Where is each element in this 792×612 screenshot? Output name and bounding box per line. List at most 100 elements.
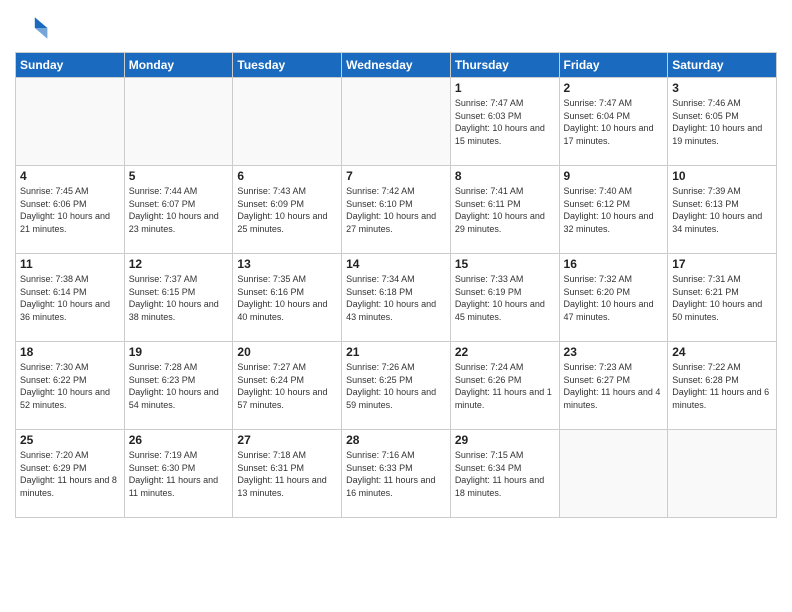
calendar-cell: 10 Sunrise: 7:39 AM Sunset: 6:13 PM Dayli… <box>668 166 777 254</box>
day-info: Sunrise: 7:41 AM Sunset: 6:11 PM Dayligh… <box>455 185 555 235</box>
logo <box>15 10 55 46</box>
calendar-cell: 23 Sunrise: 7:23 AM Sunset: 6:27 PM Dayli… <box>559 342 668 430</box>
logo-icon <box>15 10 51 46</box>
calendar-cell: 22Sunrise: 7:24 AM Sunset: 6:26 PM Dayli… <box>450 342 559 430</box>
weekday-header: Friday <box>559 53 668 78</box>
day-info: Sunrise: 7:28 AM Sunset: 6:23 PM Dayligh… <box>129 361 229 411</box>
day-info: Sunrise: 7:39 AM Sunset: 6:13 PM Dayligh… <box>672 185 772 235</box>
day-number: 19 <box>129 345 229 359</box>
day-info: Sunrise: 7:27 AM Sunset: 6:24 PM Dayligh… <box>237 361 337 411</box>
day-info: Sunrise: 7:47 AM Sunset: 6:03 PM Dayligh… <box>455 97 555 147</box>
calendar-cell <box>668 430 777 518</box>
day-info: Sunrise: 7:46 AM Sunset: 6:05 PM Dayligh… <box>672 97 772 147</box>
day-number: 12 <box>129 257 229 271</box>
calendar-week-row: 11 Sunrise: 7:38 AM Sunset: 6:14 PM Dayli… <box>16 254 777 342</box>
day-info: Sunrise: 7:47 AM Sunset: 6:04 PM Dayligh… <box>564 97 664 147</box>
day-number: 29 <box>455 433 555 447</box>
day-number: 16 <box>564 257 664 271</box>
day-number: 9 <box>564 169 664 183</box>
calendar-week-row: 18 Sunrise: 7:30 AM Sunset: 6:22 PM Dayli… <box>16 342 777 430</box>
day-info: Sunrise: 7:33 AM Sunset: 6:19 PM Dayligh… <box>455 273 555 323</box>
calendar-cell <box>559 430 668 518</box>
day-info: Sunrise: 7:30 AM Sunset: 6:22 PM Dayligh… <box>20 361 120 411</box>
day-number: 13 <box>237 257 337 271</box>
calendar-cell: 20 Sunrise: 7:27 AM Sunset: 6:24 PM Dayli… <box>233 342 342 430</box>
day-info: Sunrise: 7:43 AM Sunset: 6:09 PM Dayligh… <box>237 185 337 235</box>
header <box>15 10 777 46</box>
calendar-cell: 12 Sunrise: 7:37 AM Sunset: 6:15 PM Dayli… <box>124 254 233 342</box>
calendar-cell: 13 Sunrise: 7:35 AM Sunset: 6:16 PM Dayli… <box>233 254 342 342</box>
day-number: 25 <box>20 433 120 447</box>
calendar-cell: 14 Sunrise: 7:34 AM Sunset: 6:18 PM Dayli… <box>342 254 451 342</box>
day-number: 3 <box>672 81 772 95</box>
page: SundayMondayTuesdayWednesdayThursdayFrid… <box>0 0 792 612</box>
calendar-cell: 2Sunrise: 7:47 AM Sunset: 6:04 PM Daylig… <box>559 78 668 166</box>
day-info: Sunrise: 7:31 AM Sunset: 6:21 PM Dayligh… <box>672 273 772 323</box>
day-number: 8 <box>455 169 555 183</box>
day-info: Sunrise: 7:26 AM Sunset: 6:25 PM Dayligh… <box>346 361 446 411</box>
calendar-cell <box>16 78 125 166</box>
day-number: 10 <box>672 169 772 183</box>
day-info: Sunrise: 7:23 AM Sunset: 6:27 PM Dayligh… <box>564 361 664 411</box>
day-info: Sunrise: 7:42 AM Sunset: 6:10 PM Dayligh… <box>346 185 446 235</box>
calendar-cell: 4 Sunrise: 7:45 AM Sunset: 6:06 PM Daylig… <box>16 166 125 254</box>
weekday-header: Tuesday <box>233 53 342 78</box>
day-number: 15 <box>455 257 555 271</box>
calendar-cell: 15 Sunrise: 7:33 AM Sunset: 6:19 PM Dayli… <box>450 254 559 342</box>
day-number: 27 <box>237 433 337 447</box>
calendar-cell: 21 Sunrise: 7:26 AM Sunset: 6:25 PM Dayli… <box>342 342 451 430</box>
calendar-cell: 16 Sunrise: 7:32 AM Sunset: 6:20 PM Dayli… <box>559 254 668 342</box>
day-number: 1 <box>455 81 555 95</box>
calendar-cell: 18 Sunrise: 7:30 AM Sunset: 6:22 PM Dayli… <box>16 342 125 430</box>
calendar-cell: 26 Sunrise: 7:19 AM Sunset: 6:30 PM Dayli… <box>124 430 233 518</box>
weekday-header: Sunday <box>16 53 125 78</box>
day-number: 26 <box>129 433 229 447</box>
day-info: Sunrise: 7:35 AM Sunset: 6:16 PM Dayligh… <box>237 273 337 323</box>
calendar-cell <box>233 78 342 166</box>
day-number: 18 <box>20 345 120 359</box>
calendar-cell: 25 Sunrise: 7:20 AM Sunset: 6:29 PM Dayli… <box>16 430 125 518</box>
calendar-cell: 28 Sunrise: 7:16 AM Sunset: 6:33 PM Dayli… <box>342 430 451 518</box>
day-info: Sunrise: 7:40 AM Sunset: 6:12 PM Dayligh… <box>564 185 664 235</box>
day-number: 17 <box>672 257 772 271</box>
day-info: Sunrise: 7:16 AM Sunset: 6:33 PM Dayligh… <box>346 449 446 499</box>
day-info: Sunrise: 7:37 AM Sunset: 6:15 PM Dayligh… <box>129 273 229 323</box>
day-info: Sunrise: 7:19 AM Sunset: 6:30 PM Dayligh… <box>129 449 229 499</box>
calendar-cell: 7Sunrise: 7:42 AM Sunset: 6:10 PM Daylig… <box>342 166 451 254</box>
calendar-cell <box>342 78 451 166</box>
weekday-header: Monday <box>124 53 233 78</box>
calendar-week-row: 4 Sunrise: 7:45 AM Sunset: 6:06 PM Daylig… <box>16 166 777 254</box>
day-number: 14 <box>346 257 446 271</box>
calendar-cell: 8 Sunrise: 7:41 AM Sunset: 6:11 PM Daylig… <box>450 166 559 254</box>
calendar-cell: 17 Sunrise: 7:31 AM Sunset: 6:21 PM Dayli… <box>668 254 777 342</box>
day-number: 22 <box>455 345 555 359</box>
calendar-cell: 27 Sunrise: 7:18 AM Sunset: 6:31 PM Dayli… <box>233 430 342 518</box>
day-info: Sunrise: 7:44 AM Sunset: 6:07 PM Dayligh… <box>129 185 229 235</box>
day-number: 6 <box>237 169 337 183</box>
day-number: 11 <box>20 257 120 271</box>
day-number: 20 <box>237 345 337 359</box>
calendar-cell: 9 Sunrise: 7:40 AM Sunset: 6:12 PM Daylig… <box>559 166 668 254</box>
day-info: Sunrise: 7:45 AM Sunset: 6:06 PM Dayligh… <box>20 185 120 235</box>
day-info: Sunrise: 7:15 AM Sunset: 6:34 PM Dayligh… <box>455 449 555 499</box>
day-info: Sunrise: 7:20 AM Sunset: 6:29 PM Dayligh… <box>20 449 120 499</box>
weekday-header: Thursday <box>450 53 559 78</box>
day-info: Sunrise: 7:34 AM Sunset: 6:18 PM Dayligh… <box>346 273 446 323</box>
day-number: 24 <box>672 345 772 359</box>
calendar-cell: 24Sunrise: 7:22 AM Sunset: 6:28 PM Dayli… <box>668 342 777 430</box>
calendar-cell: 5 Sunrise: 7:44 AM Sunset: 6:07 PM Daylig… <box>124 166 233 254</box>
calendar-table: SundayMondayTuesdayWednesdayThursdayFrid… <box>15 52 777 518</box>
day-info: Sunrise: 7:32 AM Sunset: 6:20 PM Dayligh… <box>564 273 664 323</box>
day-number: 21 <box>346 345 446 359</box>
calendar-week-row: 1 Sunrise: 7:47 AM Sunset: 6:03 PM Daylig… <box>16 78 777 166</box>
day-info: Sunrise: 7:18 AM Sunset: 6:31 PM Dayligh… <box>237 449 337 499</box>
calendar-cell <box>124 78 233 166</box>
day-number: 4 <box>20 169 120 183</box>
calendar-week-row: 25 Sunrise: 7:20 AM Sunset: 6:29 PM Dayli… <box>16 430 777 518</box>
day-number: 5 <box>129 169 229 183</box>
calendar-cell: 1 Sunrise: 7:47 AM Sunset: 6:03 PM Daylig… <box>450 78 559 166</box>
day-info: Sunrise: 7:38 AM Sunset: 6:14 PM Dayligh… <box>20 273 120 323</box>
weekday-header: Wednesday <box>342 53 451 78</box>
day-number: 28 <box>346 433 446 447</box>
day-number: 23 <box>564 345 664 359</box>
